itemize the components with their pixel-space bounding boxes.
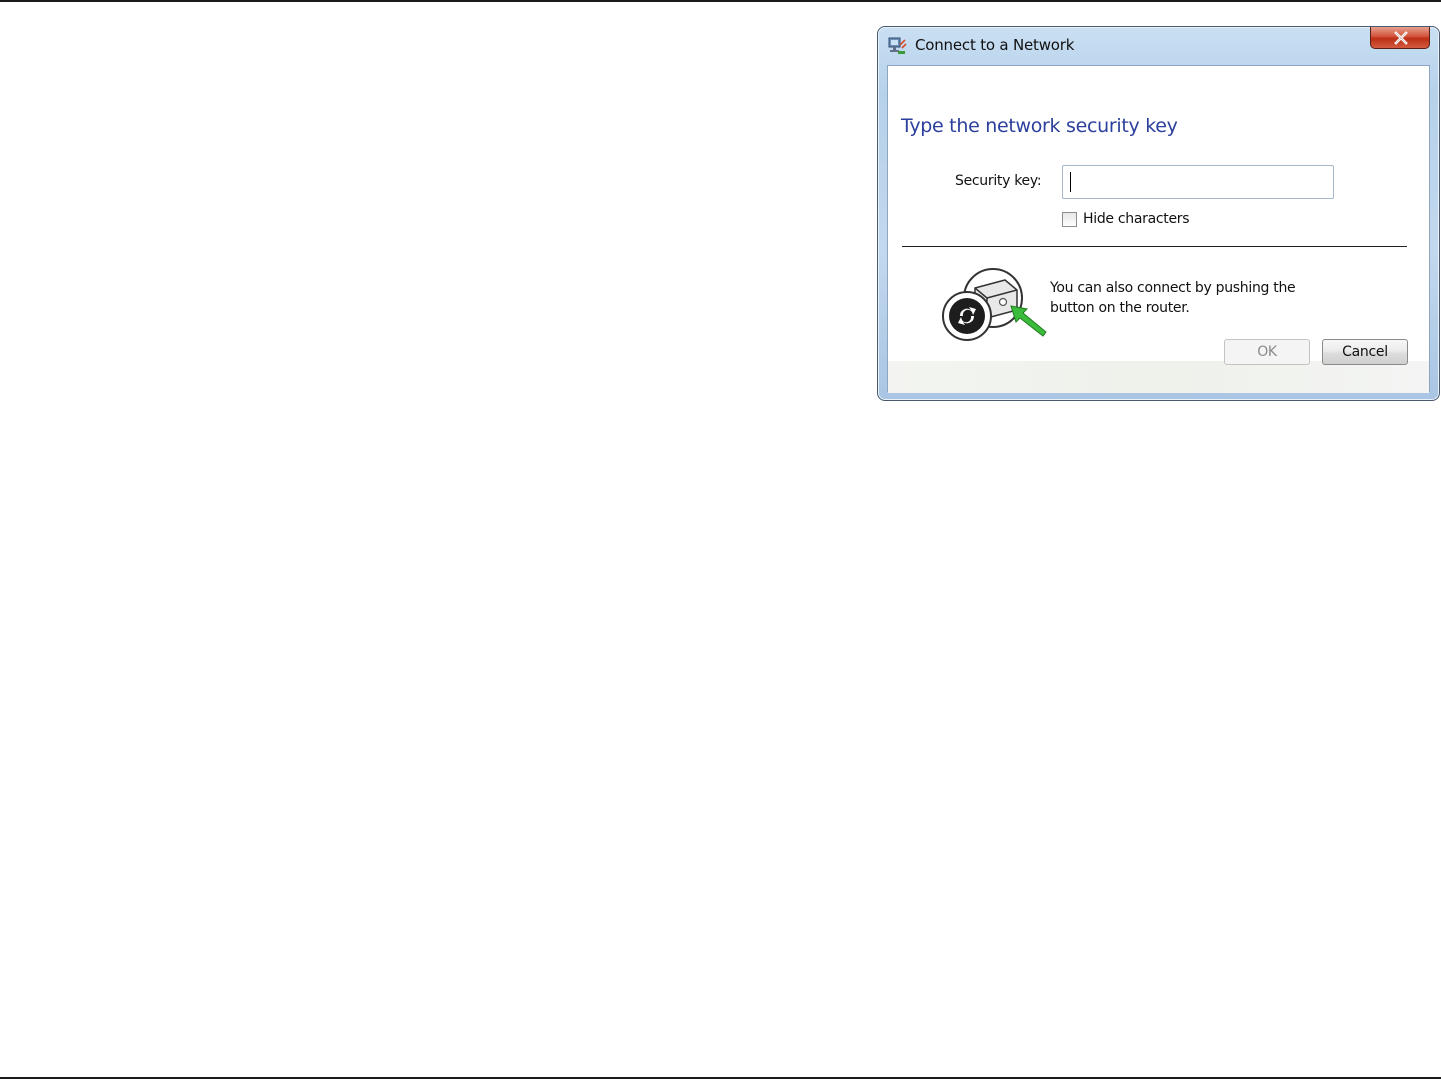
close-button[interactable] (1370, 27, 1430, 49)
connect-to-network-dialog: Connect to a Network Type the network se… (877, 26, 1440, 401)
wps-message: You can also connect by pushing the butt… (1050, 280, 1296, 316)
network-icon (888, 37, 907, 54)
text-caret (1070, 172, 1071, 192)
window-title: Connect to a Network (915, 36, 1075, 54)
hide-characters-label[interactable]: Hide characters (1083, 211, 1190, 227)
cancel-button[interactable]: Cancel (1322, 339, 1408, 365)
top-rule (0, 0, 1441, 2)
bottom-rule (0, 1077, 1441, 1079)
hide-characters-checkbox[interactable] (1062, 212, 1077, 227)
security-key-input[interactable] (1062, 165, 1334, 199)
wps-router-icon (942, 268, 1047, 341)
title-bar[interactable]: Connect to a Network (878, 27, 1439, 65)
section-divider (902, 246, 1407, 247)
close-icon (1394, 31, 1408, 45)
dialog-footer (888, 361, 1429, 393)
ok-button[interactable]: OK (1224, 339, 1310, 365)
dialog-heading: Type the network security key (901, 115, 1178, 137)
security-key-label: Security key: (955, 173, 1042, 189)
